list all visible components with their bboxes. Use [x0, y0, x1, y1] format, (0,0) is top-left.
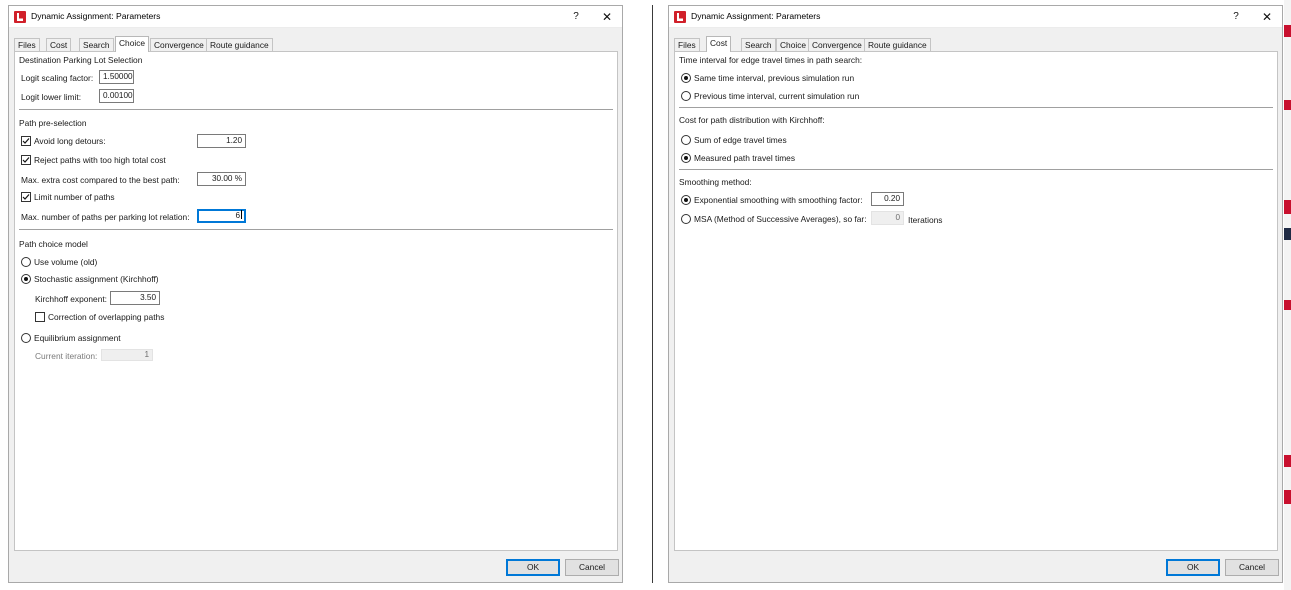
max-extra-cost-label: Max. extra cost compared to the best pat…: [21, 175, 180, 185]
current-iteration-value: 1: [101, 349, 153, 361]
stochastic-label: Stochastic assignment (Kirchhoff): [34, 274, 159, 284]
exponential-radio[interactable]: [681, 195, 691, 205]
choice-model-heading: Path choice model: [19, 239, 88, 249]
msa-label: MSA (Method of Successive Averages), so …: [694, 214, 867, 224]
strip-mark: [1284, 455, 1291, 467]
same-interval-label: Same time interval, previous simulation …: [694, 73, 855, 83]
tab-search[interactable]: Search: [741, 38, 776, 52]
help-button[interactable]: ?: [1221, 6, 1251, 28]
tab-choice[interactable]: Choice: [115, 36, 150, 52]
cancel-button[interactable]: Cancel: [1225, 559, 1279, 576]
app-logo-icon: [14, 11, 26, 23]
kirchhoff-exponent-input[interactable]: 3.50: [110, 291, 160, 305]
sum-edge-label: Sum of edge travel times: [694, 135, 787, 145]
max-extra-cost-input[interactable]: 30.00 %: [197, 172, 246, 186]
sum-edge-radio[interactable]: [681, 135, 691, 145]
screenshot-divider: [652, 5, 653, 583]
tab-cost[interactable]: Cost: [706, 36, 732, 52]
max-paths-label: Max. number of paths per parking lot rel…: [21, 212, 190, 222]
choice-panel: Destination Parking Lot Selection Logit …: [14, 51, 618, 551]
max-paths-input[interactable]: 6: [197, 209, 246, 223]
time-interval-heading: Time interval for edge travel times in p…: [679, 55, 863, 65]
close-button[interactable]: ✕: [592, 6, 622, 28]
checkmark-icon: [22, 194, 30, 200]
app-logo-icon: [674, 11, 686, 23]
background-app-strip: [1284, 0, 1291, 590]
msa-iterations-value: 0: [871, 211, 904, 225]
preselection-heading: Path pre-selection: [19, 118, 87, 128]
use-volume-radio[interactable]: [21, 257, 31, 267]
smoothing-heading: Smoothing method:: [679, 177, 752, 187]
dialog-title: Dynamic Assignment: Parameters: [31, 11, 161, 21]
use-volume-label: Use volume (old): [34, 257, 98, 267]
dialog-title: Dynamic Assignment: Parameters: [691, 11, 821, 21]
tab-cost[interactable]: Cost: [46, 38, 72, 52]
separator: [19, 109, 613, 110]
strip-mark: [1284, 100, 1291, 110]
strip-mark: [1284, 300, 1291, 310]
max-paths-value: 6: [235, 211, 240, 220]
ok-button[interactable]: OK: [506, 559, 560, 576]
dest-parking-heading: Destination Parking Lot Selection: [19, 55, 143, 65]
same-interval-radio[interactable]: [681, 73, 691, 83]
logit-scaling-label: Logit scaling factor:: [21, 73, 94, 83]
logit-lower-input[interactable]: 0.00100: [99, 89, 134, 103]
logit-scaling-input[interactable]: 1.50000: [99, 70, 134, 84]
checkmark-icon: [22, 138, 30, 144]
left-dialog: Dynamic Assignment: Parameters ? ✕ Files…: [8, 5, 623, 583]
correction-overlap-checkbox[interactable]: [35, 312, 45, 322]
kirchhoff-exponent-label: Kirchhoff exponent:: [35, 294, 108, 304]
tab-search[interactable]: Search: [79, 38, 114, 52]
previous-interval-label: Previous time interval, current simulati…: [694, 91, 860, 101]
avoid-detours-input[interactable]: 1.20: [197, 134, 246, 148]
reject-high-cost-label: Reject paths with too high total cost: [34, 155, 166, 165]
current-iteration-label: Current iteration:: [35, 351, 98, 361]
msa-radio[interactable]: [681, 214, 691, 224]
logit-lower-label: Logit lower limit:: [21, 92, 82, 102]
strip-mark: [1284, 25, 1291, 37]
separator: [679, 169, 1273, 170]
ok-button[interactable]: OK: [1166, 559, 1220, 576]
iterations-unit-label: Iterations: [908, 215, 943, 225]
tab-choice[interactable]: Choice: [776, 38, 811, 52]
smoothing-factor-input[interactable]: 0.20: [871, 192, 904, 206]
strip-mark: [1284, 200, 1291, 214]
tab-files[interactable]: Files: [674, 38, 700, 52]
help-button[interactable]: ?: [561, 6, 591, 28]
tab-route-guidance[interactable]: Route guidance: [864, 38, 931, 52]
tab-convergence[interactable]: Convergence: [808, 38, 866, 52]
left-title-bar[interactable]: Dynamic Assignment: Parameters ? ✕: [9, 6, 622, 28]
measured-path-radio[interactable]: [681, 153, 691, 163]
equilibrium-label: Equilibrium assignment: [34, 333, 121, 343]
cancel-button[interactable]: Cancel: [565, 559, 619, 576]
right-dialog: Dynamic Assignment: Parameters ? ✕ Files…: [668, 5, 1283, 583]
tab-files[interactable]: Files: [14, 38, 40, 52]
strip-mark: [1284, 228, 1291, 240]
cost-kirchhoff-heading: Cost for path distribution with Kirchhof…: [679, 115, 825, 125]
right-title-bar[interactable]: Dynamic Assignment: Parameters ? ✕: [669, 6, 1282, 28]
text-caret: [241, 210, 242, 219]
separator: [19, 229, 613, 230]
avoid-detours-checkbox[interactable]: [21, 136, 31, 146]
previous-interval-radio[interactable]: [681, 91, 691, 101]
strip-mark: [1284, 490, 1291, 504]
cost-panel: Time interval for edge travel times in p…: [674, 51, 1278, 551]
checkmark-icon: [22, 157, 30, 163]
tab-route-guidance[interactable]: Route guidance: [206, 38, 273, 52]
avoid-detours-label: Avoid long detours:: [34, 136, 106, 146]
stochastic-radio[interactable]: [21, 274, 31, 284]
close-button[interactable]: ✕: [1252, 6, 1282, 28]
correction-overlap-label: Correction of overlapping paths: [48, 312, 165, 322]
limit-paths-label: Limit number of paths: [34, 192, 115, 202]
reject-high-cost-checkbox[interactable]: [21, 155, 31, 165]
tab-convergence[interactable]: Convergence: [150, 38, 208, 52]
measured-path-label: Measured path travel times: [694, 153, 796, 163]
exponential-label: Exponential smoothing with smoothing fac…: [694, 195, 863, 205]
limit-paths-checkbox[interactable]: [21, 192, 31, 202]
equilibrium-radio[interactable]: [21, 333, 31, 343]
separator: [679, 107, 1273, 108]
